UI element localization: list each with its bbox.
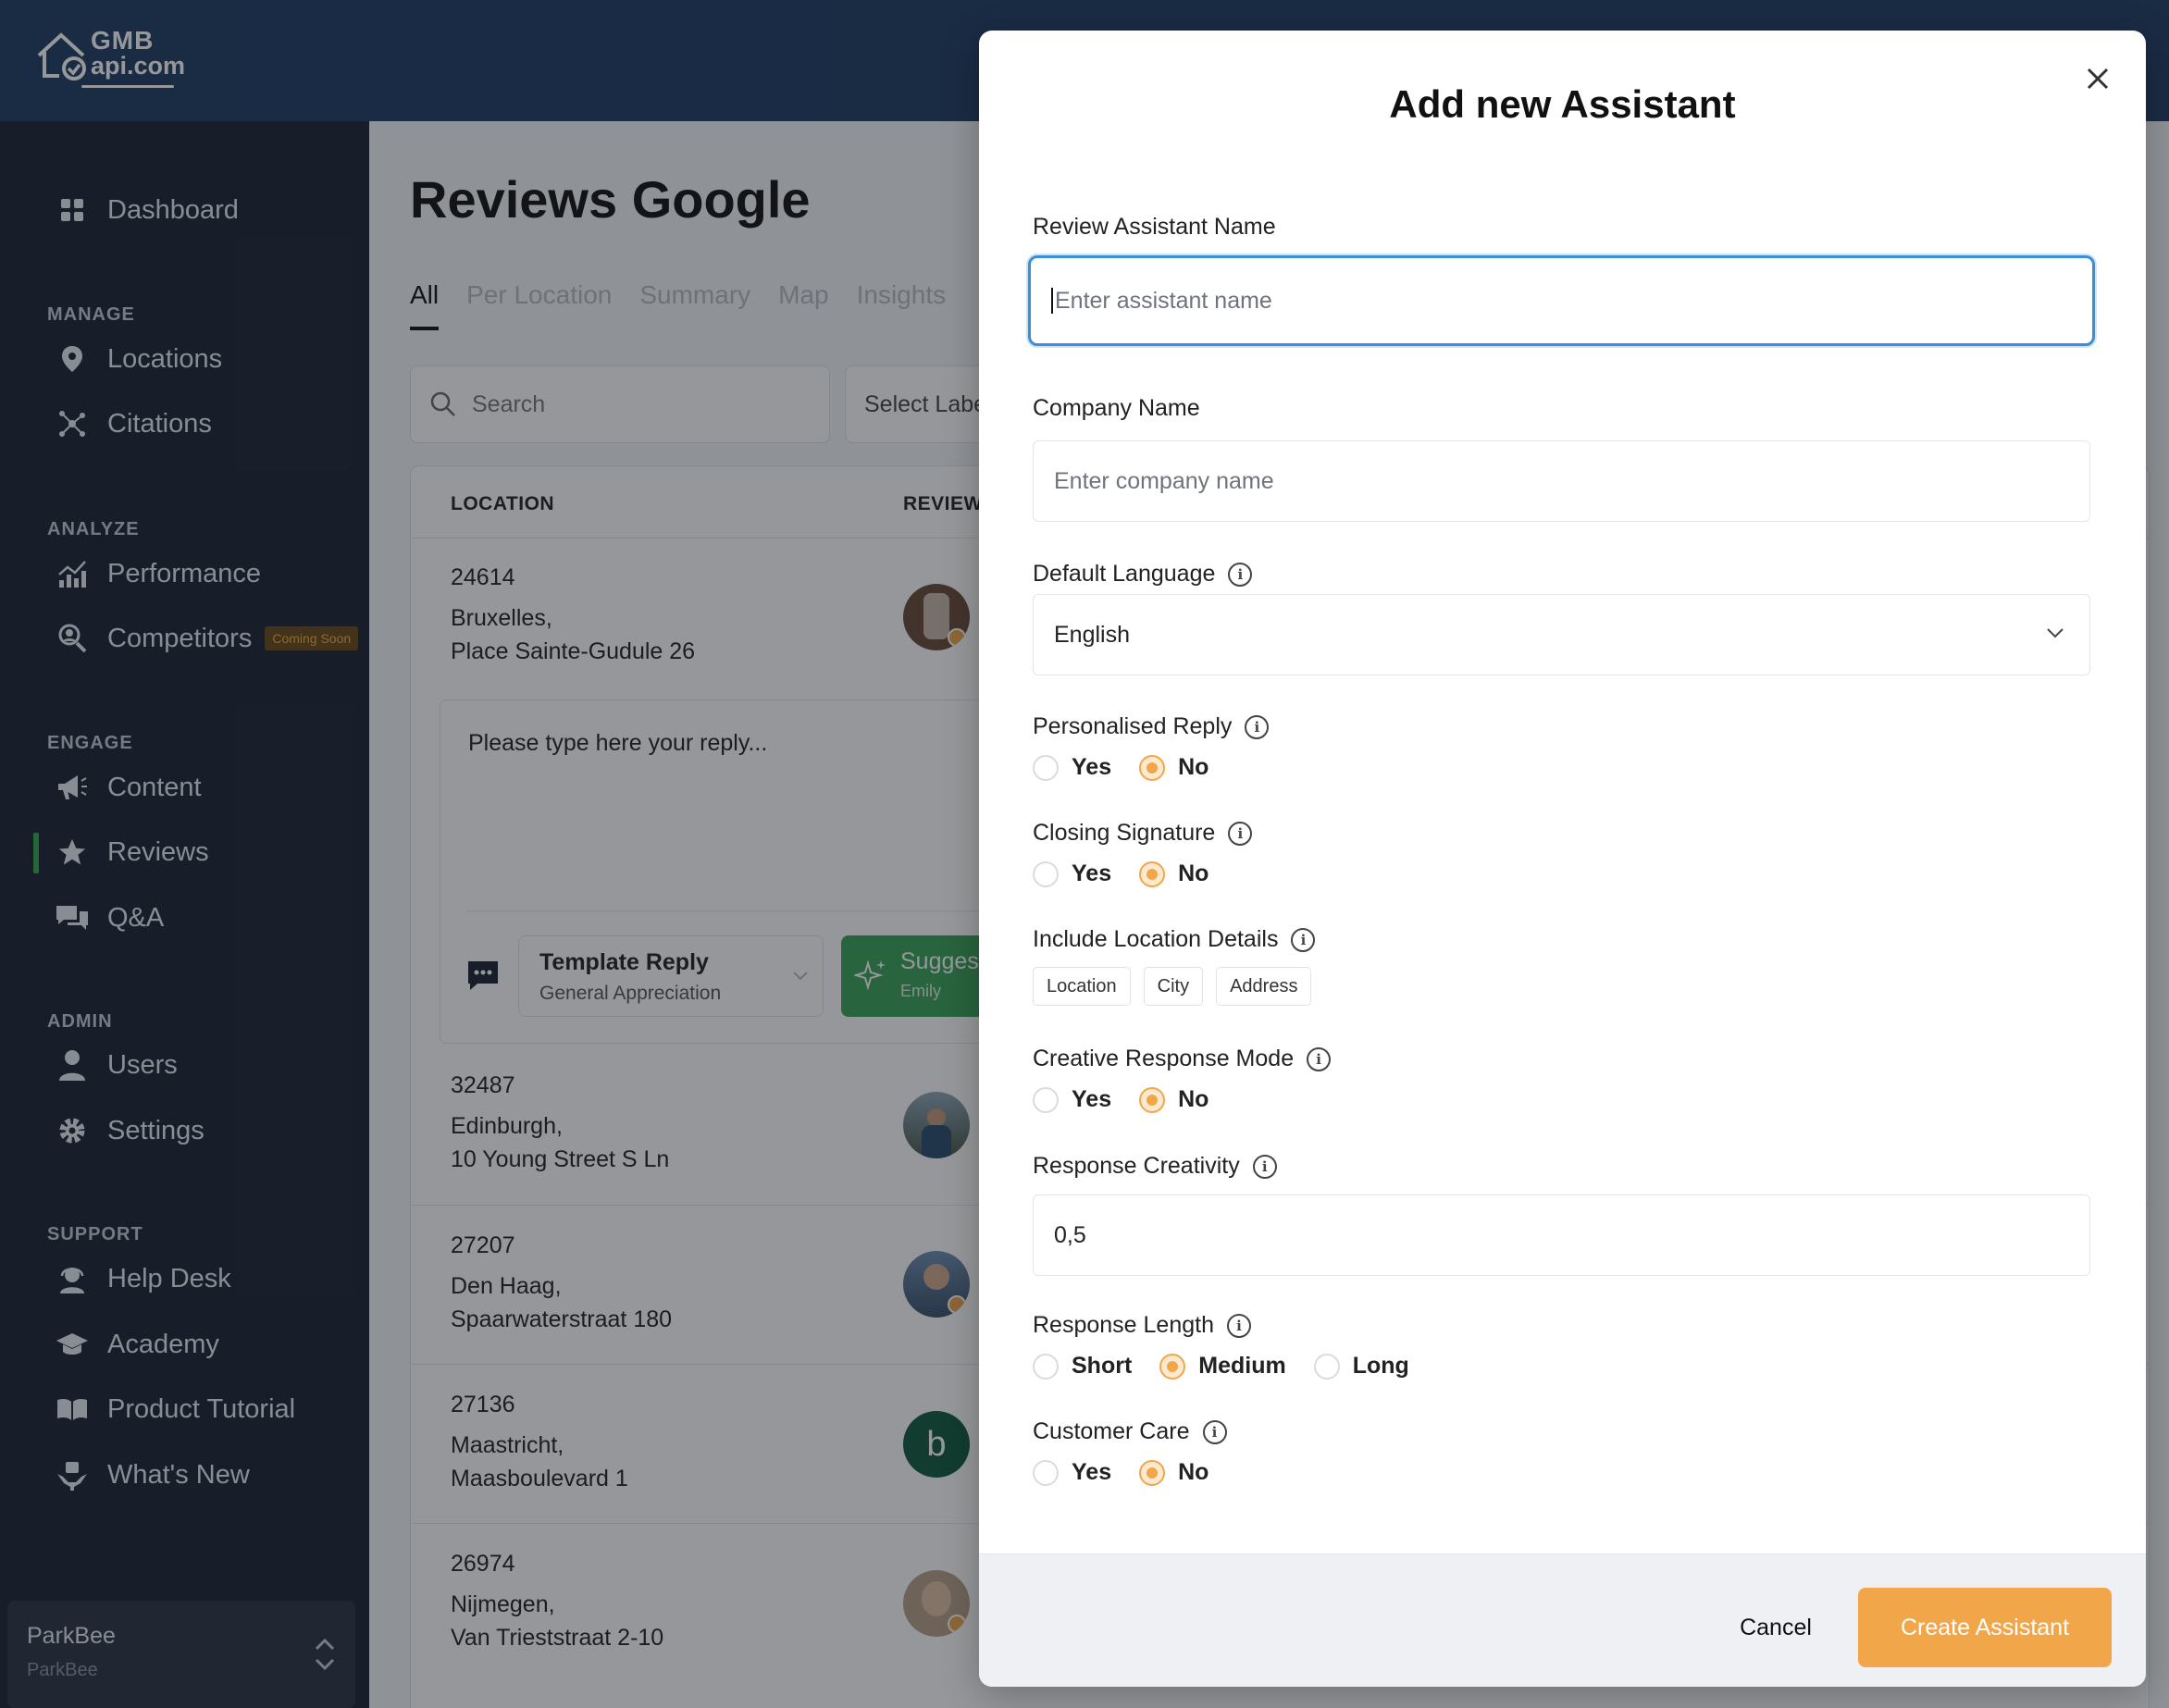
closing-signature-label: Closing Signature i xyxy=(1033,820,1253,847)
info-icon[interactable]: i xyxy=(1245,714,1270,739)
care-yes-radio[interactable]: Yes xyxy=(1033,1459,1111,1486)
location-details-chips: Location City Address xyxy=(1033,967,1312,1006)
response-length-label-text: Response Length xyxy=(1033,1312,1214,1338)
customer-care-label-text: Customer Care xyxy=(1033,1418,1190,1444)
radio-label: Medium xyxy=(1198,1353,1286,1379)
info-icon[interactable]: i xyxy=(1252,1154,1277,1179)
info-icon[interactable]: i xyxy=(1226,1313,1251,1338)
radio-circle xyxy=(1139,1086,1166,1113)
language-value: English xyxy=(1054,621,1130,648)
personalised-no-radio[interactable]: No xyxy=(1139,754,1208,781)
radio-label: Short xyxy=(1072,1353,1133,1379)
length-short-radio[interactable]: Short xyxy=(1033,1353,1132,1380)
info-icon[interactable]: i xyxy=(1228,821,1253,846)
company-name-label-text: Company Name xyxy=(1033,395,1200,421)
response-creativity-value: 0,5 xyxy=(1054,1221,1086,1248)
chevron-down-icon xyxy=(2047,628,2064,638)
radio-label: No xyxy=(1178,860,1209,886)
customer-care-radios: Yes No xyxy=(1033,1459,1236,1486)
assistant-name-placeholder: Enter assistant name xyxy=(1055,287,1272,314)
radio-circle xyxy=(1033,1353,1059,1380)
default-language-label: Default Language i xyxy=(1033,561,1253,588)
company-name-input[interactable]: Enter company name xyxy=(1033,440,2090,522)
radio-circle xyxy=(1159,1353,1186,1380)
location-details-label-text: Include Location Details xyxy=(1033,926,1279,952)
modal-title: Add new Assistant xyxy=(1389,82,1736,126)
radio-label: Yes xyxy=(1072,1086,1112,1112)
company-name-placeholder: Enter company name xyxy=(1054,467,1274,494)
creative-mode-radios: Yes No xyxy=(1033,1086,1236,1113)
radio-circle xyxy=(1033,860,1059,887)
radio-circle xyxy=(1313,1353,1340,1380)
create-assistant-button[interactable]: Create Assistant xyxy=(1858,1588,2112,1667)
language-select[interactable]: English xyxy=(1033,594,2090,675)
radio-circle xyxy=(1139,754,1166,781)
response-length-radios: Short Medium Long xyxy=(1033,1353,1437,1380)
company-name-label: Company Name xyxy=(1033,395,1200,422)
radio-label: No xyxy=(1178,1086,1209,1112)
radio-label: Yes xyxy=(1072,860,1112,886)
closing-signature-label-text: Closing Signature xyxy=(1033,820,1216,846)
add-assistant-modal: Add new Assistant Review Assistant Name … xyxy=(979,31,2146,1687)
radio-label: Yes xyxy=(1072,1459,1112,1485)
close-icon xyxy=(2087,68,2109,90)
text-caret xyxy=(1051,288,1053,314)
radio-circle xyxy=(1033,1459,1059,1486)
creative-mode-label: Creative Response Mode i xyxy=(1033,1046,1332,1072)
closing-yes-radio[interactable]: Yes xyxy=(1033,860,1111,887)
customer-care-label: Customer Care i xyxy=(1033,1418,1227,1445)
personalised-yes-radio[interactable]: Yes xyxy=(1033,754,1111,781)
response-length-label: Response Length i xyxy=(1033,1312,1251,1339)
radio-label: Yes xyxy=(1072,754,1112,780)
response-creativity-label: Response Creativity i xyxy=(1033,1153,1277,1180)
info-icon[interactable]: i xyxy=(1291,927,1316,952)
modal-footer: Cancel Create Assistant xyxy=(979,1553,2146,1687)
response-creativity-input[interactable]: 0,5 xyxy=(1033,1194,2090,1276)
closing-signature-radios: Yes No xyxy=(1033,860,1236,887)
info-icon[interactable]: i xyxy=(1307,1046,1332,1071)
care-no-radio[interactable]: No xyxy=(1139,1459,1208,1486)
radio-circle xyxy=(1033,754,1059,781)
response-creativity-label-text: Response Creativity xyxy=(1033,1153,1240,1179)
radio-circle xyxy=(1139,860,1166,887)
creative-mode-label-text: Creative Response Mode xyxy=(1033,1046,1295,1071)
assistant-name-label-text: Review Assistant Name xyxy=(1033,214,1276,240)
personalised-reply-label-text: Personalised Reply xyxy=(1033,713,1233,739)
personalised-reply-label: Personalised Reply i xyxy=(1033,713,1270,740)
length-medium-radio[interactable]: Medium xyxy=(1159,1353,1286,1380)
personalised-reply-radios: Yes No xyxy=(1033,754,1236,781)
radio-circle xyxy=(1139,1459,1166,1486)
radio-circle xyxy=(1033,1086,1059,1113)
creative-yes-radio[interactable]: Yes xyxy=(1033,1086,1111,1113)
default-language-label-text: Default Language xyxy=(1033,561,1216,587)
length-long-radio[interactable]: Long xyxy=(1313,1353,1409,1380)
closing-no-radio[interactable]: No xyxy=(1139,860,1208,887)
location-details-label: Include Location Details i xyxy=(1033,926,1316,953)
radio-label: No xyxy=(1178,754,1209,780)
close-button[interactable] xyxy=(2079,60,2116,97)
info-icon[interactable]: i xyxy=(1228,562,1253,587)
info-icon[interactable]: i xyxy=(1202,1419,1227,1444)
assistant-name-input[interactable]: Enter assistant name xyxy=(1028,255,2095,346)
chip-address[interactable]: Address xyxy=(1216,967,1312,1006)
cancel-button[interactable]: Cancel xyxy=(1716,1588,1836,1667)
chip-location[interactable]: Location xyxy=(1033,967,1131,1006)
creative-no-radio[interactable]: No xyxy=(1139,1086,1208,1113)
radio-label: No xyxy=(1178,1459,1209,1485)
radio-label: Long xyxy=(1352,1353,1409,1379)
assistant-name-label: Review Assistant Name xyxy=(1033,214,1276,241)
chip-city[interactable]: City xyxy=(1143,967,1204,1006)
